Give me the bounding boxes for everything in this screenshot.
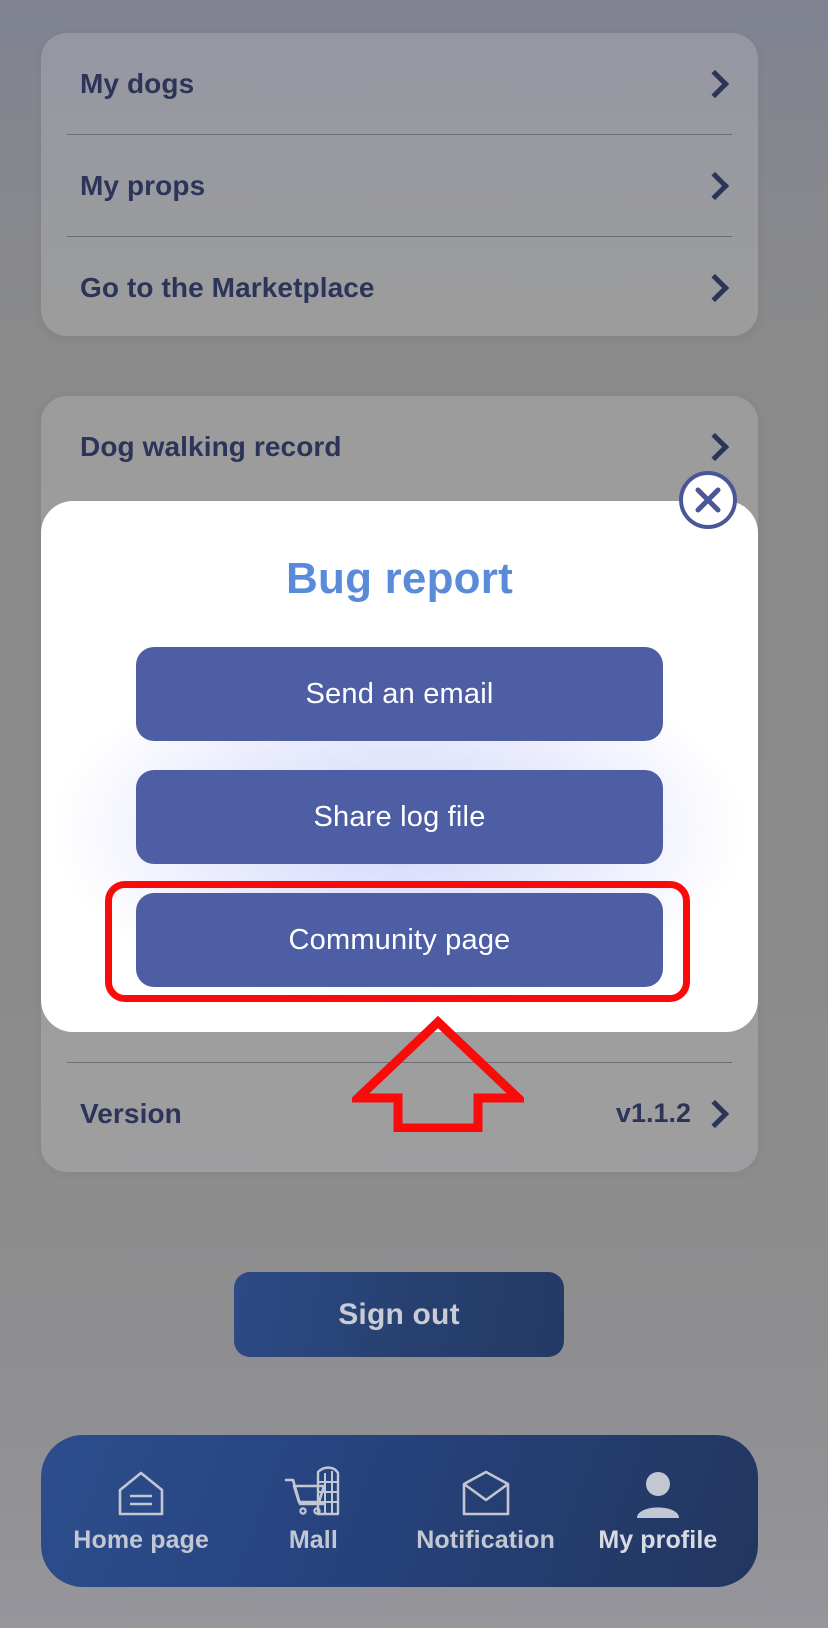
settings-card-account: My dogs My props Go to the Marketplace [41,33,758,336]
nav-item-home-page[interactable]: Home page [57,1468,225,1555]
settings-row-label: Version [80,1097,182,1129]
chevron-right-icon [700,432,730,461]
chevron-right-icon [700,69,730,98]
settings-row-trailing [700,69,731,98]
sign-out-button[interactable]: Sign out [234,1272,564,1357]
settings-row-version[interactable]: Version v1.1.2 [41,1063,758,1164]
chevron-right-icon [700,1099,730,1128]
community-page-button[interactable]: Community page [136,893,663,987]
bottom-navigation-bar: Home page Mall Notification My profile [41,1435,758,1587]
settings-row-trailing [700,273,731,302]
settings-row-my-dogs[interactable]: My dogs [41,33,758,134]
nav-label: Home page [73,1525,209,1554]
settings-row-label: My dogs [80,67,195,99]
send-an-email-button[interactable]: Send an email [136,647,663,741]
nav-label: Notification [416,1525,555,1554]
bug-report-modal: Bug report Send an email Share log file … [41,501,758,1032]
settings-row-label: Go to the Marketplace [80,271,375,303]
chevron-right-icon [700,273,730,302]
settings-row-trailing [700,432,731,461]
modal-content: Bug report Send an email Share log file … [41,501,758,987]
version-value: v1.1.2 [615,1098,691,1128]
settings-row-my-props[interactable]: My props [41,135,758,236]
mobile-app-screen: My dogs My props Go to the Marketplace D… [0,0,828,1628]
close-x-icon [683,475,733,525]
envelope-icon [458,1468,514,1520]
home-icon [114,1468,168,1520]
settings-row-trailing [700,171,731,200]
modal-title: Bug report [286,554,513,603]
settings-row-dog-walking-record[interactable]: Dog walking record [41,396,758,497]
settings-row-label: Dog walking record [80,430,342,462]
share-log-file-button[interactable]: Share log file [136,770,663,864]
nav-item-mall[interactable]: Mall [229,1465,397,1555]
settings-row-trailing: v1.1.2 [616,1098,731,1129]
person-icon [631,1468,685,1520]
nav-label: My profile [598,1525,718,1554]
nav-item-notification[interactable]: Notification [402,1468,570,1555]
settings-row-label: My props [80,169,206,201]
close-modal-button[interactable] [679,471,737,529]
shopping-cart-mall-icon [284,1465,342,1520]
nav-item-my-profile[interactable]: My profile [574,1468,742,1555]
nav-label: Mall [288,1525,338,1554]
chevron-right-icon [700,171,730,200]
settings-row-marketplace[interactable]: Go to the Marketplace [41,237,758,338]
